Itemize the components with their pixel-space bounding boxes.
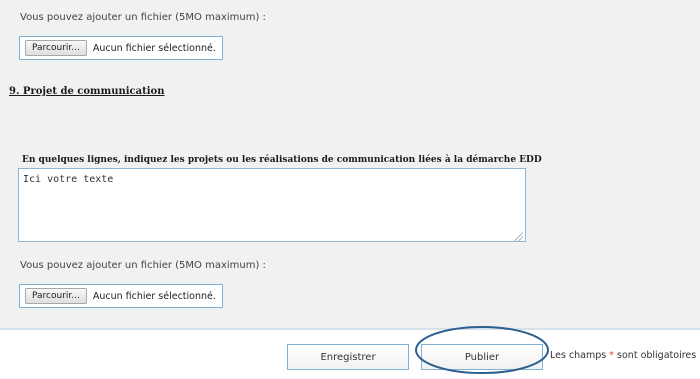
file-status-bottom: Aucun fichier sélectionné. bbox=[92, 290, 216, 302]
file-upload-field-top: Parcourir... Aucun fichier sélectionné. bbox=[19, 36, 223, 60]
form-panel: Vous pouvez ajouter un fichier (5MO maxi… bbox=[0, 0, 700, 328]
resize-grip-icon[interactable] bbox=[513, 231, 523, 241]
file-status-top: Aucun fichier sélectionné. bbox=[92, 42, 216, 54]
section-title: 9. Projet de communication bbox=[9, 86, 165, 97]
browse-button-bottom[interactable]: Parcourir... bbox=[25, 288, 87, 304]
required-note-prefix: Les champs bbox=[550, 350, 610, 361]
save-button[interactable]: Enregistrer bbox=[287, 344, 409, 370]
communication-textarea[interactable]: Ici votre texte bbox=[18, 168, 526, 242]
browse-button-top[interactable]: Parcourir... bbox=[25, 40, 87, 56]
publish-highlight-ellipse bbox=[415, 326, 549, 374]
file-upload-field-bottom: Parcourir... Aucun fichier sélectionné. bbox=[19, 284, 223, 308]
question-label: En quelques lignes, indiquez les projets… bbox=[22, 155, 542, 165]
footer-divider bbox=[0, 328, 700, 330]
file-upload-hint-top: Vous pouvez ajouter un fichier (5MO maxi… bbox=[20, 12, 266, 23]
file-upload-hint-bottom: Vous pouvez ajouter un fichier (5MO maxi… bbox=[20, 260, 266, 271]
required-note-suffix: sont obligatoires bbox=[614, 350, 697, 361]
required-fields-note: Les champs * sont obligatoires bbox=[550, 350, 696, 361]
